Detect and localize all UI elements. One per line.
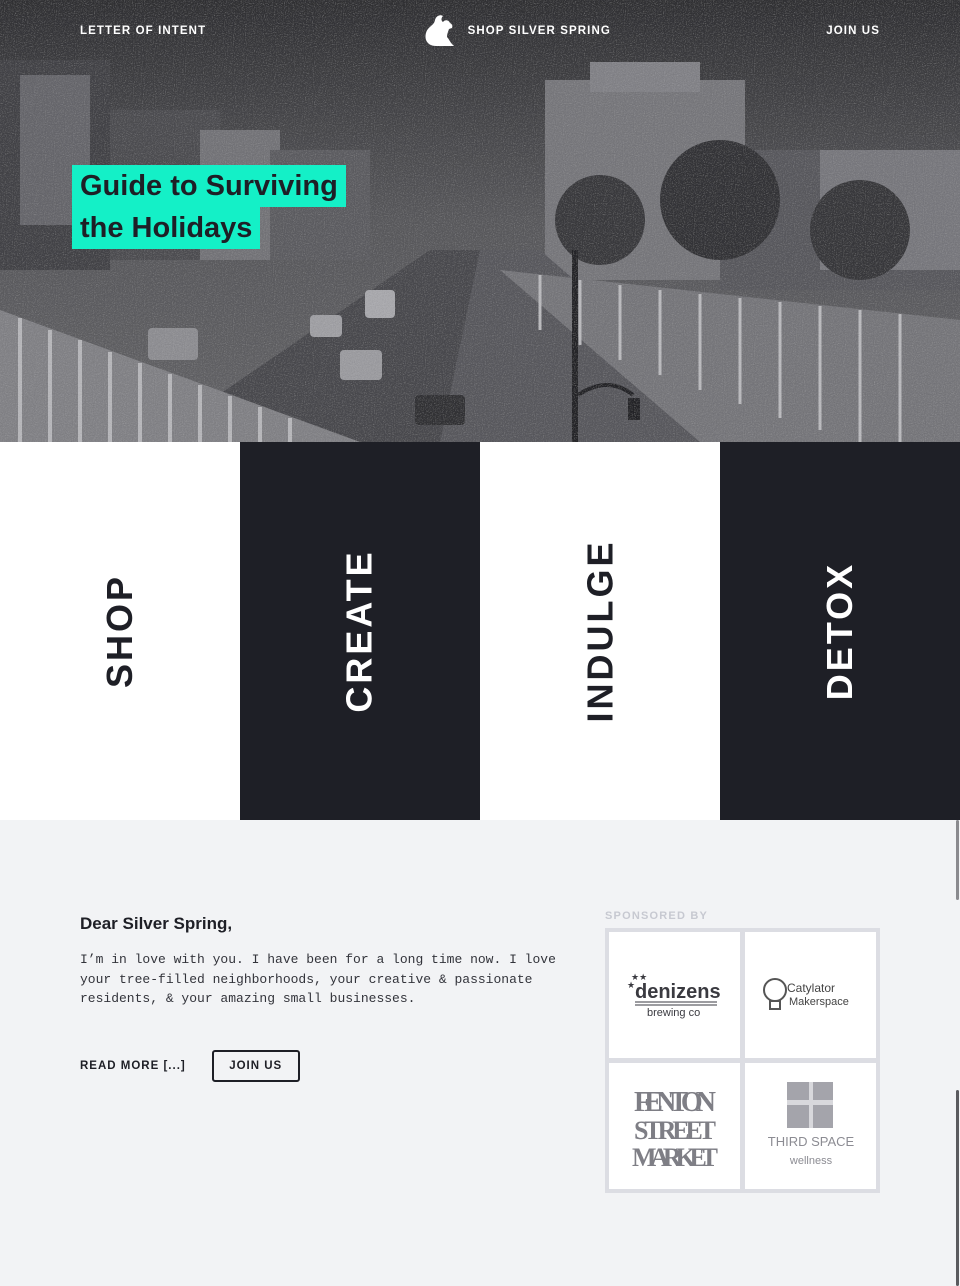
category-columns: SHOP CREATE INDULGE DETOX [0,442,960,820]
category-shop[interactable]: SHOP [0,442,240,820]
category-indulge[interactable]: INDULGE [480,442,720,820]
letter-of-intent: Dear Silver Spring, I’m in love with you… [80,914,560,1009]
category-detox[interactable]: DETOX [720,442,960,820]
letter-greeting: Dear Silver Spring, [80,914,233,933]
sponsor-denizens[interactable]: ★★ ★ denizens brewing co [609,932,740,1058]
brand-name: SHOP SILVER SPRING [467,25,611,37]
sponsor-sub: brewing co [647,1007,700,1019]
scrollbar-thumb[interactable] [956,1090,959,1286]
letter-body: I’m in love with you. I have been for a … [80,952,556,1006]
category-label: SHOP [99,573,140,689]
sponsor-name: denizens [635,981,721,1003]
category-create[interactable]: CREATE [240,442,480,820]
letter-actions: READ MORE [...] JOIN US [80,1050,300,1082]
category-label: DETOX [819,561,860,701]
sponsor-sub: Makerspace [789,996,849,1008]
nav-join-us-link[interactable]: JOIN US [826,25,880,37]
sponsor-sub: STREET [634,1116,716,1145]
sponsors-title: SPONSORED BY [605,910,709,922]
svg-text:★: ★ [627,980,635,990]
sponsor-catylator[interactable]: Catylator Makerspace [745,932,876,1058]
sponsor-sub2: MARKET [632,1143,718,1171]
squirrel-icon [425,15,454,47]
sponsor-sub: wellness [788,1155,832,1167]
third-space-logo: THIRD SPACE wellness [767,1082,854,1167]
sponsor-third-space[interactable]: THIRD SPACE wellness [745,1063,876,1189]
read-more-link[interactable]: READ MORE [...] [80,1060,186,1072]
sponsor-fenton-street-market[interactable]: FENTON STREET MARKET [609,1063,740,1189]
sponsor-name: FENTON [634,1087,716,1118]
fenton-street-market-logo: FENTON STREET MARKET [632,1087,718,1171]
denizens-logo: ★★ ★ denizens brewing co [627,972,721,1019]
headline-line-1: Guide to Surviving [72,165,346,207]
scrollbar-thumb-secondary[interactable] [956,820,959,900]
sponsor-name: THIRD SPACE [767,1134,854,1149]
sponsors-panel: SPONSORED BY ★★ ★ denizens brewing co Ca… [605,910,880,1193]
category-label: CREATE [339,549,380,713]
catylator-logo: Catylator Makerspace [762,978,849,1010]
brand-link[interactable]: SHOP SILVER SPRING [422,14,611,48]
headline-line-2: the Holidays [72,207,261,249]
sponsor-name: Catylator [787,981,835,995]
hero-headline: Guide to Surviving the Holidays [72,165,346,249]
nav-letter-of-intent-link[interactable]: LETTER OF INTENT [80,25,206,37]
letter-section: Dear Silver Spring, I’m in love with you… [0,820,960,1286]
join-us-button[interactable]: JOIN US [211,1050,300,1082]
sponsors-grid: ★★ ★ denizens brewing co Catylator Maker… [605,928,880,1193]
hero-banner: LETTER OF INTENT SHOP SILVER SPRING JOIN… [0,0,960,442]
top-nav: LETTER OF INTENT SHOP SILVER SPRING JOIN… [0,0,960,62]
category-label: INDULGE [579,539,620,723]
